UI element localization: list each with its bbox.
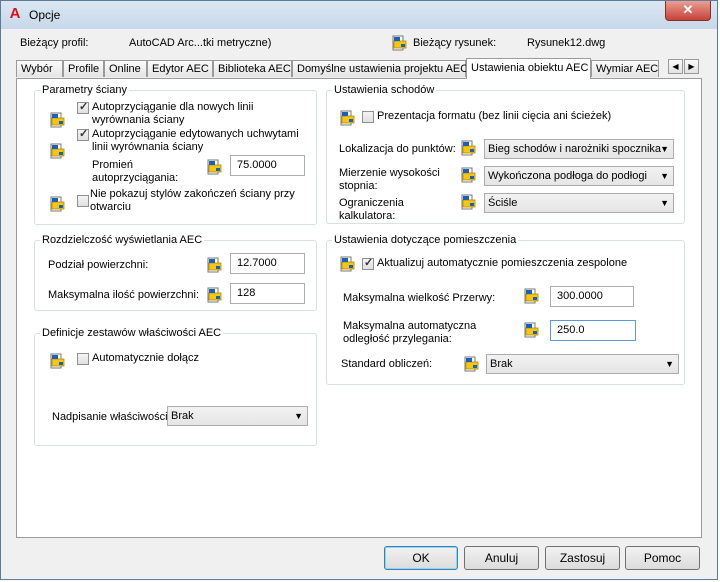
drawing-setting-icon [206,287,222,306]
chevron-down-icon: ▼ [294,411,303,421]
chevron-down-icon: ▼ [660,171,669,181]
autocad-logo-icon: A [9,5,21,22]
drawing-setting-icon [460,194,476,213]
riser-height-label: Mierzenie wysokości stopnia: [339,167,440,192]
window-title: Opcje [29,8,61,22]
calculator-limits-label: Ograniczenia kalkulatora: [339,197,404,222]
facet-deviation-label: Podział powierzchni: [48,259,149,271]
calculator-limits-dropdown[interactable]: Ściśle ▼ [484,193,674,213]
tab-online[interactable]: Online [104,60,147,77]
locate-points-label: Lokalizacja do punktów: [339,143,456,155]
drawing-setting-icon [463,356,479,375]
drawing-setting-icon [339,110,355,129]
update-spaces-checkbox[interactable] [362,256,374,270]
presentation-format-checkbox[interactable] [362,111,374,123]
max-gap-label: Maksymalna wielkość Przerwy: [343,292,496,304]
max-adjacency-label: Maksymalna automatyczna odległość przyleg… [343,320,477,345]
noshow-endcap-label: Nie pokazuj stylów zakończeń ściany przy… [90,188,295,213]
property-sets-group: Definicje zestawów właściwości AEC Autom… [34,327,317,446]
stair-settings-group: Ustawienia schodów Prezentacja formatu (… [326,84,685,224]
property-sets-title: Definicje zestawów właściwości AEC [40,327,224,339]
display-resolution-group: Rozdzielczość wyświetlania AEC Podział p… [34,234,317,311]
tab-aec-dimension[interactable]: Wymiar AEC [591,60,659,77]
facet-deviation-input[interactable]: 12.7000 [230,253,305,274]
riser-height-dropdown[interactable]: Wykończona podłoga do podłogi ▼ [484,166,674,186]
autosnap-new-checkbox[interactable] [77,100,89,114]
wall-settings-title: Parametry ściany [40,84,129,96]
override-dropdown[interactable]: Brak ▼ [167,406,308,426]
profile-value: AutoCAD Arc...tki metryczne) [129,37,272,49]
drawing-setting-icon [49,112,65,131]
profile-label: Bieżący profil: [20,37,89,49]
options-dialog: A Opcje ✕ Bieżący profil: AutoCAD Arc...… [0,0,718,580]
drawing-setting-icon [339,256,355,275]
autosnap-new-label: Autoprzyciąganie dla nowych linii wyrówna… [92,101,254,126]
drawing-icon [391,35,407,54]
max-gap-input[interactable]: 300.0000 [550,286,634,307]
tab-scroll-right-button[interactable]: ▶ [684,59,699,74]
chevron-down-icon: ▼ [660,144,669,154]
tab-aec-object-settings[interactable]: Ustawienia obiektu AEC [466,58,591,79]
override-label: Nadpisanie właściwości [52,411,168,423]
help-button[interactable]: Pomoc [625,546,700,570]
radius-input[interactable]: 75.0000 [230,155,305,176]
radius-label: Promień autoprzyciągania: [92,159,179,184]
space-settings-group: Ustawienia dotyczące pomieszczenia Aktua… [326,234,685,385]
presentation-format-label: Prezentacja formatu (bez linii cięcia an… [377,110,612,122]
autosnap-edit-checkbox[interactable] [77,127,89,141]
drawing-setting-icon [460,167,476,186]
update-spaces-label: Aktualizuj automatycznie pomieszczenia z… [377,257,628,269]
max-adjacency-input[interactable]: 250.0 [550,320,636,341]
apply-button[interactable]: Zastosuj [545,546,620,570]
drawing-setting-icon [460,140,476,159]
display-resolution-title: Rozdzielczość wyświetlania AEC [40,234,205,246]
ok-button[interactable]: OK [384,546,458,570]
tab-aec-editor[interactable]: Edytor AEC [147,60,213,77]
cancel-button[interactable]: Anuluj [464,546,539,570]
chevron-down-icon: ▼ [660,198,669,208]
tab-scroll-left-button[interactable]: ◀ [668,59,683,74]
drawing-setting-icon [49,353,65,372]
title-bar: A Opcje ✕ [1,1,717,29]
tab-panel: Parametry ściany Autoprzyciąganie dla no… [16,78,702,538]
stair-settings-title: Ustawienia schodów [332,84,437,96]
autosnap-edit-label: Autoprzyciąganie edytowanych uchwytami li… [92,128,299,153]
drawing-setting-icon [49,196,65,215]
drawing-setting-icon [206,159,222,178]
calc-standard-label: Standard obliczeń: [341,358,433,370]
noshow-endcap-checkbox[interactable] [77,195,89,207]
close-button[interactable]: ✕ [665,1,711,21]
max-facets-label: Maksymalna ilość powierzchni: [48,289,199,301]
drawing-setting-icon [206,257,222,276]
max-facets-input[interactable]: 128 [230,283,305,304]
tab-profiles[interactable]: Profile [63,60,104,77]
auto-attach-label: Automatycznie dołącz [92,352,199,364]
tab-selection[interactable]: Wybór [16,60,63,77]
wall-settings-group: Parametry ściany Autoprzyciąganie dla no… [34,84,317,225]
drawing-setting-icon [49,143,65,162]
tab-aec-library[interactable]: Biblioteka AEC [213,60,292,77]
drawing-setting-icon [523,322,539,341]
tab-aec-project-defaults[interactable]: Domyślne ustawienia projektu AEC [292,60,468,77]
locate-points-dropdown[interactable]: Bieg schodów i narożniki spocznika ▼ [484,139,674,159]
drawing-setting-icon [523,288,539,307]
space-settings-title: Ustawienia dotyczące pomieszczenia [332,234,519,246]
auto-attach-checkbox[interactable] [77,353,89,365]
drawing-value: Rysunek12.dwg [527,37,606,49]
chevron-down-icon: ▼ [665,359,674,369]
calc-standard-dropdown[interactable]: Brak ▼ [486,354,679,374]
drawing-label: Bieżący rysunek: [413,37,497,49]
